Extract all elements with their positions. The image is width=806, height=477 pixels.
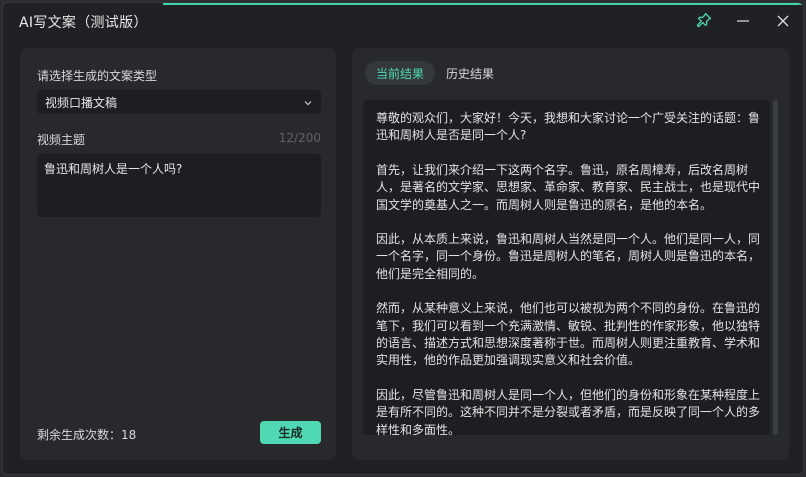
copy-type-value: 视频口播文稿 — [45, 95, 118, 110]
scrollbar[interactable] — [773, 100, 778, 435]
results-panel: 当前结果 历史结果 尊敬的观众们，大家好！今天，我想和大家讨论一个广受关注的话题… — [352, 48, 789, 460]
result-text-area[interactable]: 尊敬的观众们，大家好！今天，我想和大家讨论一个广受关注的话题：鲁迅和周树人是否是… — [363, 100, 770, 435]
topic-input[interactable]: 鲁迅和周树人是一个人吗? — [37, 154, 321, 217]
title-bar: AI写文案（测试版） — [3, 3, 803, 41]
settings-panel: 请选择生成的文案类型 视频口播文稿 视频主题 12/200 鲁迅和周树人是一个人… — [20, 48, 336, 460]
minimize-button[interactable] — [732, 11, 754, 33]
result-text: 尊敬的观众们，大家好！今天，我想和大家讨论一个广受关注的话题：鲁迅和周树人是否是… — [376, 110, 760, 435]
app-window: AI写文案（测试版） 请选择生成的文案类型 视频口播文稿 视频主题 12/200… — [2, 2, 804, 475]
close-button[interactable] — [772, 11, 794, 33]
window-title: AI写文案（测试版） — [19, 15, 148, 31]
char-count: 12/200 — [278, 131, 321, 145]
tab-current-result[interactable]: 当前结果 — [365, 61, 435, 85]
chevron-down-icon — [303, 93, 313, 112]
copy-type-select[interactable]: 视频口播文稿 — [37, 90, 321, 114]
result-paragraph: 因此，尽管鲁迅和周树人是同一个人，但他们的身份和形象在某种程度上是有所不同的。这… — [376, 387, 761, 435]
generate-button[interactable]: 生成 — [260, 421, 321, 444]
tab-history-result[interactable]: 历史结果 — [438, 61, 502, 85]
pin-button[interactable] — [693, 11, 715, 33]
remaining-count: 剩余生成次数：18 — [37, 428, 137, 442]
minimize-icon — [736, 13, 750, 32]
result-paragraph: 首先，让我们来介绍一下这两个名字。鲁迅，原名周樟寿，后改名周树人，是著名的文学家… — [376, 162, 761, 212]
scrollbar-thumb[interactable] — [773, 100, 778, 435]
result-paragraph: 然而，从某种意义上来说，他们也可以被视为两个不同的身份。在鲁迅的笔下，我们可以看… — [376, 301, 761, 368]
close-icon — [776, 13, 790, 32]
pin-icon — [696, 12, 712, 32]
type-label: 请选择生成的文案类型 — [37, 69, 158, 83]
result-paragraph: 因此，从本质上来说，鲁迅和周树人当然是同一个人。他们是同一人，同一个名字，同一个… — [376, 232, 761, 281]
topic-label: 视频主题 — [37, 133, 86, 147]
result-paragraph: 尊敬的观众们，大家好！今天，我想和大家讨论一个广受关注的话题：鲁迅和周树人是否是… — [376, 111, 761, 143]
